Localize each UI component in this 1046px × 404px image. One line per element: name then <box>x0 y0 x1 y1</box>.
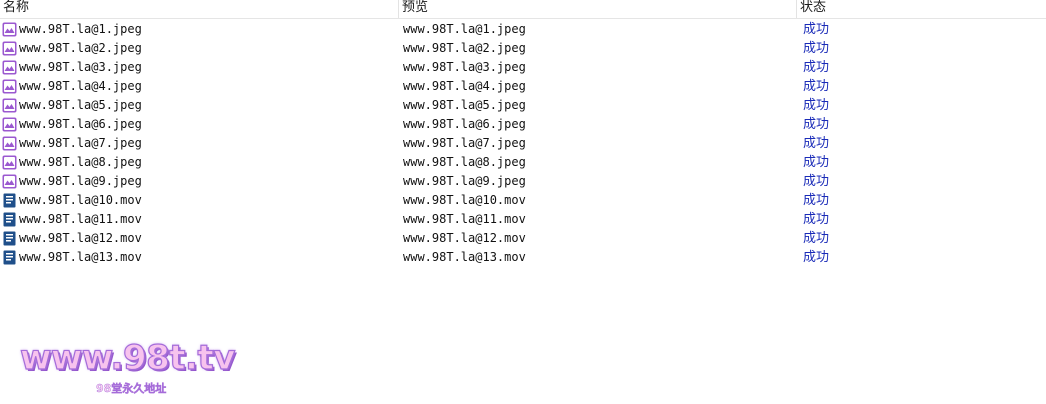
file-preview: www.98T.la@6.jpeg <box>403 117 526 131</box>
image-file-icon <box>2 155 17 170</box>
status-text: 成功 <box>803 41 830 56</box>
file-preview: www.98T.la@5.jpeg <box>403 98 526 112</box>
file-preview: www.98T.la@11.mov <box>403 212 526 226</box>
status-text: 成功 <box>803 174 830 189</box>
file-preview: www.98T.la@10.mov <box>403 193 526 207</box>
table-row[interactable]: www.98T.la@8.jpeg www.98T.la@8.jpeg 成功 <box>0 153 1046 172</box>
column-header-preview[interactable]: 预览 <box>398 0 796 18</box>
table-row[interactable]: www.98T.la@11.mov www.98T.la@11.mov 成功 <box>0 210 1046 229</box>
table-row[interactable]: www.98T.la@10.mov www.98T.la@10.mov 成功 <box>0 191 1046 210</box>
table-row[interactable]: www.98T.la@2.jpeg www.98T.la@2.jpeg 成功 <box>0 39 1046 58</box>
video-file-icon <box>2 250 17 265</box>
file-name: www.98T.la@5.jpeg <box>19 98 142 112</box>
file-preview: www.98T.la@3.jpeg <box>403 60 526 74</box>
column-header-status[interactable]: 状态 <box>796 0 1046 18</box>
file-name: www.98T.la@10.mov <box>19 193 142 207</box>
status-text: 成功 <box>803 136 830 151</box>
video-file-icon <box>2 193 17 208</box>
file-name: www.98T.la@6.jpeg <box>19 117 142 131</box>
file-preview: www.98T.la@7.jpeg <box>403 136 526 150</box>
image-file-icon <box>2 41 17 56</box>
video-file-icon <box>2 212 17 227</box>
file-preview: www.98T.la@2.jpeg <box>403 41 526 55</box>
status-text: 成功 <box>803 79 830 94</box>
image-file-icon <box>2 117 17 132</box>
file-preview: www.98T.la@9.jpeg <box>403 174 526 188</box>
file-preview: www.98T.la@1.jpeg <box>403 22 526 36</box>
watermark-main-text: www.98t.tv <box>19 337 236 378</box>
table-row[interactable]: www.98T.la@6.jpeg www.98T.la@6.jpeg 成功 <box>0 115 1046 134</box>
status-text: 成功 <box>803 117 830 132</box>
file-preview: www.98T.la@8.jpeg <box>403 155 526 169</box>
file-name: www.98T.la@11.mov <box>19 212 142 226</box>
table-row[interactable]: www.98T.la@1.jpeg www.98T.la@1.jpeg 成功 <box>0 20 1046 39</box>
file-preview: www.98T.la@13.mov <box>403 250 526 264</box>
status-text: 成功 <box>803 155 830 170</box>
status-text: 成功 <box>803 212 830 227</box>
table-row[interactable]: www.98T.la@7.jpeg www.98T.la@7.jpeg 成功 <box>0 134 1046 153</box>
file-name: www.98T.la@12.mov <box>19 231 142 245</box>
file-preview: www.98T.la@4.jpeg <box>403 79 526 93</box>
file-name: www.98T.la@2.jpeg <box>19 41 142 55</box>
video-file-icon <box>2 231 17 246</box>
file-name: www.98T.la@7.jpeg <box>19 136 142 150</box>
status-text: 成功 <box>803 193 830 208</box>
column-header-name[interactable]: 名称 <box>0 0 398 18</box>
table-row[interactable]: www.98T.la@4.jpeg www.98T.la@4.jpeg 成功 <box>0 77 1046 96</box>
list-header: 名称 预览 状态 <box>0 0 1046 19</box>
image-file-icon <box>2 136 17 151</box>
file-name: www.98T.la@1.jpeg <box>19 22 142 36</box>
watermark-logo: www.98t.tv 98堂永久地址 <box>19 337 250 398</box>
image-file-icon <box>2 174 17 189</box>
table-row[interactable]: www.98T.la@13.mov www.98T.la@13.mov 成功 <box>0 248 1046 267</box>
table-row[interactable]: www.98T.la@3.jpeg www.98T.la@3.jpeg 成功 <box>0 58 1046 77</box>
status-text: 成功 <box>803 250 830 265</box>
file-name: www.98T.la@4.jpeg <box>19 79 142 93</box>
file-name: www.98T.la@9.jpeg <box>19 174 142 188</box>
status-text: 成功 <box>803 22 830 37</box>
table-row[interactable]: www.98T.la@9.jpeg www.98T.la@9.jpeg 成功 <box>0 172 1046 191</box>
file-preview: www.98T.la@12.mov <box>403 231 526 245</box>
file-name: www.98T.la@3.jpeg <box>19 60 142 74</box>
file-name: www.98T.la@13.mov <box>19 250 142 264</box>
file-name: www.98T.la@8.jpeg <box>19 155 142 169</box>
image-file-icon <box>2 98 17 113</box>
watermark-sub-text: 98堂永久地址 <box>96 382 167 395</box>
file-list: www.98T.la@1.jpeg www.98T.la@1.jpeg 成功 www.… <box>0 20 1046 267</box>
image-file-icon <box>2 60 17 75</box>
status-text: 成功 <box>803 231 830 246</box>
table-row[interactable]: www.98T.la@12.mov www.98T.la@12.mov 成功 <box>0 229 1046 248</box>
table-row[interactable]: www.98T.la@5.jpeg www.98T.la@5.jpeg 成功 <box>0 96 1046 115</box>
status-text: 成功 <box>803 60 830 75</box>
image-file-icon <box>2 22 17 37</box>
image-file-icon <box>2 79 17 94</box>
status-text: 成功 <box>803 98 830 113</box>
